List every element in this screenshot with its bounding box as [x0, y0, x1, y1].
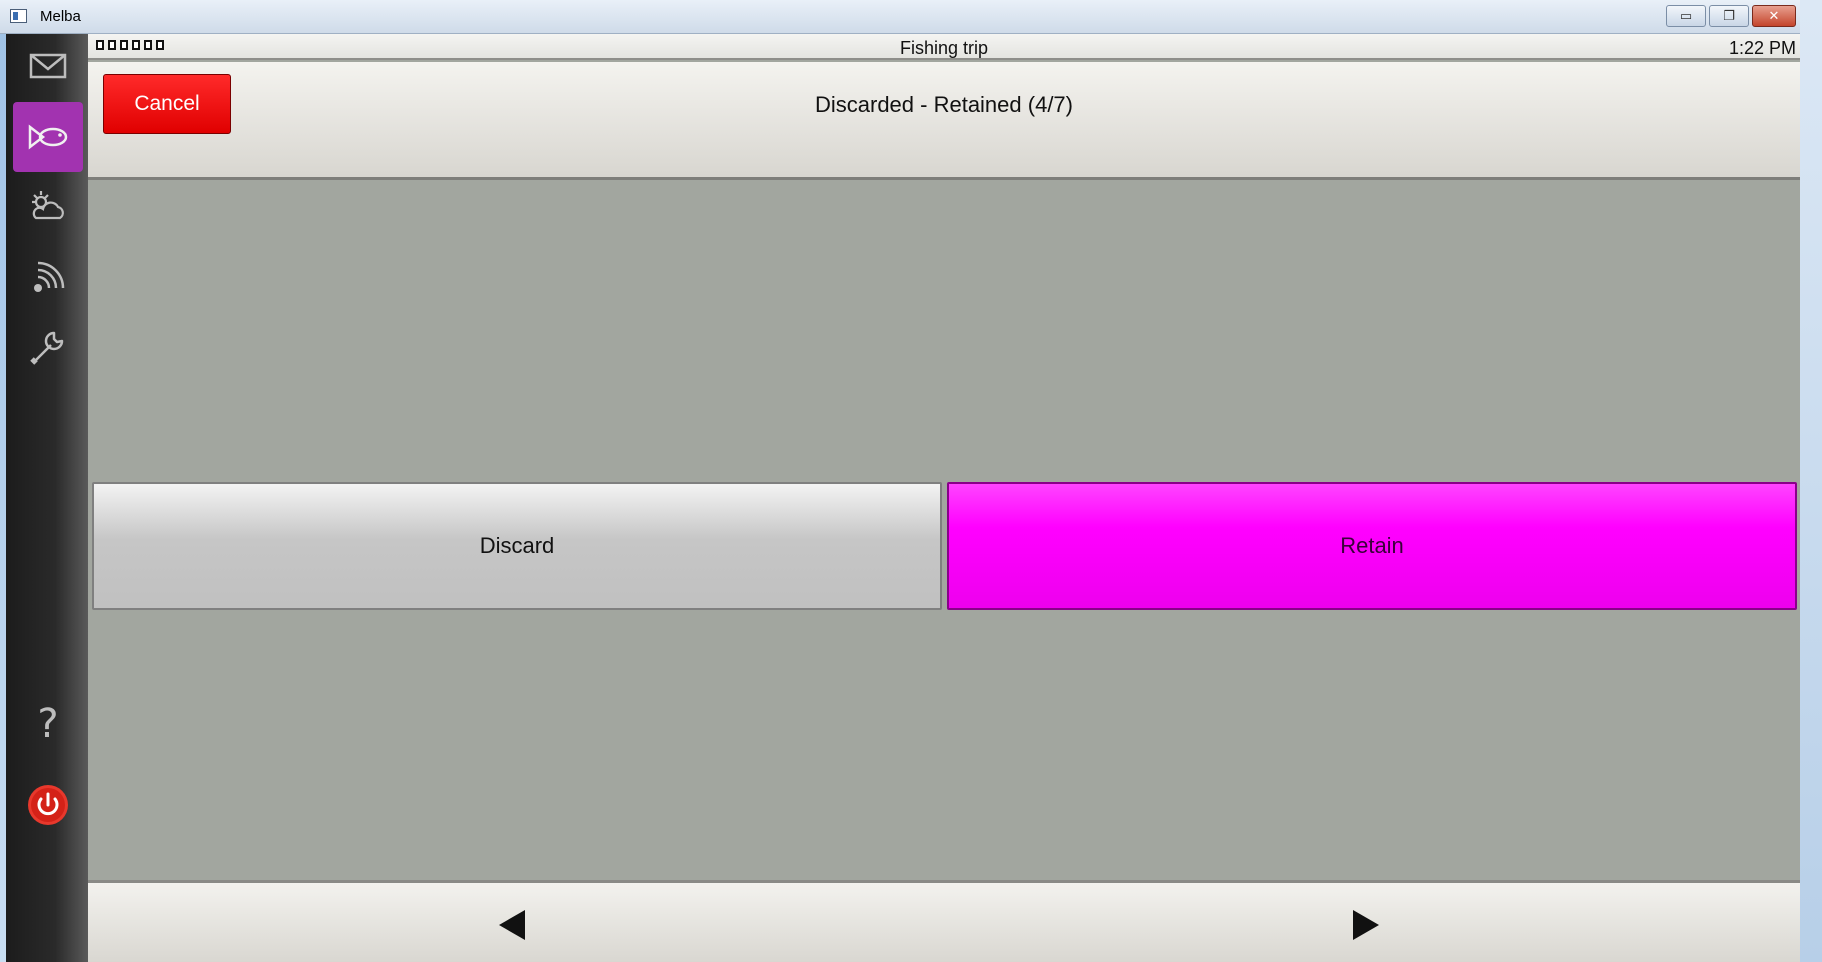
trip-title: Fishing trip	[899, 38, 989, 58]
window-title: Melba	[40, 8, 81, 25]
page-title: Discarded - Retained (4/7)	[814, 92, 1073, 117]
next-button[interactable]	[1346, 905, 1386, 945]
help-icon: ?	[37, 701, 59, 747]
sidebar-item-connection[interactable]	[13, 242, 83, 312]
sidebar-item-weather[interactable]	[13, 172, 83, 242]
wrench-icon	[30, 331, 64, 365]
page-header: Cancel Discarded - Retained (4/7)	[88, 62, 1800, 180]
retain-button[interactable]: Retain	[947, 482, 1797, 610]
sidebar-item-messages[interactable]	[13, 31, 83, 101]
previous-button[interactable]	[492, 905, 532, 945]
retain-label: Retain	[1340, 533, 1404, 558]
arrow-right-icon	[1353, 910, 1379, 940]
minimize-button[interactable]: ▭	[1666, 5, 1706, 27]
weather-icon	[32, 191, 64, 220]
window-controls: ▭ ❐ ✕	[1666, 5, 1796, 27]
sidebar-item-settings[interactable]	[13, 312, 83, 382]
discard-label: Discard	[479, 533, 555, 558]
restore-button[interactable]: ❐	[1709, 5, 1749, 27]
mail-icon	[29, 53, 67, 79]
arrow-left-icon	[499, 910, 525, 940]
sidebar-item-power[interactable]	[13, 770, 83, 840]
window-titlebar: Melba ▭ ❐ ✕	[0, 0, 1802, 34]
desktop-edge	[1800, 0, 1822, 962]
navigation-footer	[88, 880, 1800, 962]
fish-icon	[28, 124, 68, 150]
discard-button[interactable]: Discard	[92, 482, 942, 610]
close-button[interactable]: ✕	[1752, 5, 1796, 27]
app-icon	[10, 9, 27, 23]
main-area: Fishing trip 1:22 PM Cancel Discarded - …	[88, 34, 1800, 962]
sidebar-item-catch[interactable]	[13, 102, 83, 172]
clock: 1:22 PM	[1728, 38, 1796, 58]
power-icon	[28, 785, 68, 825]
sidebar-item-help[interactable]: ?	[13, 689, 83, 759]
sidebar: ?	[6, 34, 88, 962]
signal-icon	[34, 261, 65, 292]
status-bar: Fishing trip 1:22 PM	[88, 34, 1800, 60]
